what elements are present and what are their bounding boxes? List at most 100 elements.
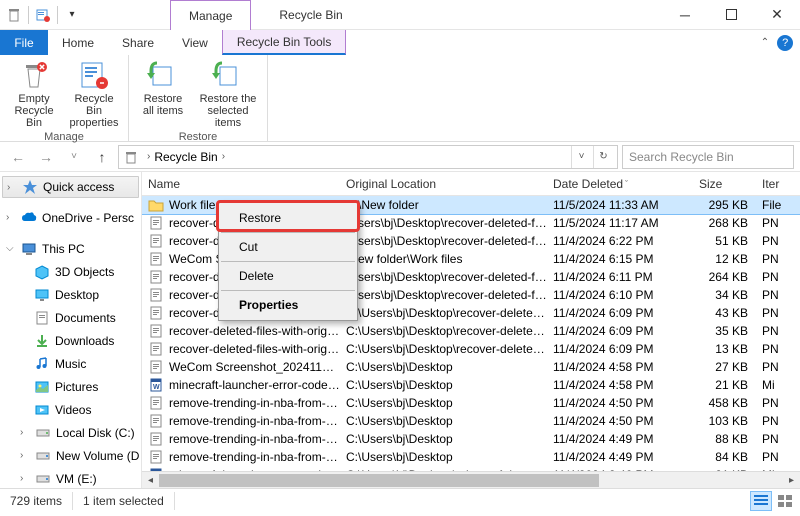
doc-icon: [148, 323, 164, 339]
collapse-ribbon-icon[interactable]: ⌃: [761, 37, 769, 48]
sidebar-label: OneDrive - Persc: [42, 211, 134, 225]
file-date: 11/4/2024 4:50 PM: [547, 396, 693, 410]
recycle-bin-properties-button[interactable]: Recycle Bin properties: [64, 57, 124, 131]
file-location: C:\Users\bj\Desktop: [340, 432, 547, 446]
menu-item-restore[interactable]: Restore: [221, 205, 355, 231]
table-row[interactable]: recover-deleted-files-with-original...C:…: [142, 322, 800, 340]
sidebar-item-onedrive[interactable]: › OneDrive - Persc: [0, 206, 141, 229]
pictures-icon: [34, 379, 50, 395]
help-icon[interactable]: ?: [777, 35, 793, 51]
status-selected-count: 1 item selected: [73, 492, 175, 510]
breadcrumb-location[interactable]: Recycle Bin: [154, 150, 217, 164]
sidebar-item-new-volume-d[interactable]: ›New Volume (D: [0, 444, 141, 467]
sidebar-item-local-disk-c-[interactable]: ›Local Disk (C:): [0, 421, 141, 444]
table-row[interactable]: remove-trending-in-nba-from-the...C:\Use…: [142, 412, 800, 430]
window-title: Recycle Bin: [279, 8, 342, 22]
table-row[interactable]: Wminecraft-launcher-error-code-0x...C:\U…: [142, 376, 800, 394]
tab-file[interactable]: File: [0, 30, 48, 55]
column-date-deleted[interactable]: Date Deletedˇ: [547, 172, 693, 195]
sidebar-item-3d-objects[interactable]: 3D Objects: [0, 260, 141, 283]
search-input[interactable]: Search Recycle Bin: [622, 145, 794, 169]
file-date: 11/5/2024 11:33 AM: [547, 198, 693, 212]
file-size: 458 KB: [693, 396, 756, 410]
svg-text:W: W: [153, 384, 160, 391]
tab-share[interactable]: Share: [108, 30, 168, 55]
column-headers: Name Original Location Date Deletedˇ Siz…: [142, 172, 800, 196]
details-view-button[interactable]: [750, 491, 772, 511]
sidebar-item-vm-e-[interactable]: ›VM (E:): [0, 467, 141, 488]
file-size: 43 KB: [693, 306, 756, 320]
tab-home[interactable]: Home: [48, 30, 108, 55]
address-dropdown[interactable]: ˅: [571, 146, 591, 168]
sidebar-item-this-pc[interactable]: ⌵ This PC: [0, 237, 141, 260]
doc-icon: [148, 251, 164, 267]
sidebar-item-label: Desktop: [55, 288, 99, 302]
file-date: 11/4/2024 4:50 PM: [547, 414, 693, 428]
table-row[interactable]: remove-trending-in-nba-from-the...C:\Use…: [142, 394, 800, 412]
doc-icon: [148, 233, 164, 249]
music-icon: [34, 356, 50, 372]
qat-dropdown-icon[interactable]: ▾: [64, 7, 80, 23]
sidebar-item-label: New Volume (F:: [56, 488, 141, 489]
thumbnail-view-button[interactable]: [774, 491, 796, 511]
recent-dropdown[interactable]: ˅: [62, 145, 86, 169]
column-name[interactable]: Name: [142, 172, 340, 195]
sidebar-item-music[interactable]: Music: [0, 352, 141, 375]
table-row[interactable]: remove-trending-in-nba-from-the...C:\Use…: [142, 430, 800, 448]
file-location: \Users\bj\Desktop\recover-deleted-file..…: [340, 234, 547, 248]
context-tab-header: Manage: [170, 0, 251, 30]
sidebar-item-desktop[interactable]: Desktop: [0, 283, 141, 306]
file-date: 11/4/2024 6:09 PM: [547, 306, 693, 320]
empty-recycle-bin-button[interactable]: Empty Recycle Bin: [4, 57, 64, 131]
ribbon-help: ⌃ ?: [760, 30, 800, 55]
file-type: PN: [756, 216, 800, 230]
navigation-pane: › Quick access › OneDrive - Persc ⌵ This…: [0, 172, 142, 488]
restore-selected-items-button[interactable]: Restore the selected items: [193, 57, 263, 131]
sidebar-item-downloads[interactable]: Downloads: [0, 329, 141, 352]
horizontal-scrollbar[interactable]: ◂ ▸: [142, 471, 800, 488]
forward-button[interactable]: →: [34, 145, 58, 169]
sidebar-item-documents[interactable]: Documents: [0, 306, 141, 329]
file-size: 51 KB: [693, 234, 756, 248]
sidebar-item-label: 3D Objects: [55, 265, 114, 279]
file-type: File: [756, 198, 800, 212]
scroll-right-icon[interactable]: ▸: [783, 472, 800, 489]
refresh-button[interactable]: ↻: [593, 146, 613, 168]
menu-item-delete[interactable]: Delete: [221, 263, 355, 289]
scroll-left-icon[interactable]: ◂: [142, 472, 159, 489]
close-button[interactable]: ✕: [754, 0, 800, 30]
file-date: 11/4/2024 4:49 PM: [547, 432, 693, 446]
column-size[interactable]: Size: [693, 172, 756, 195]
sidebar-item-quick-access[interactable]: › Quick access: [2, 176, 139, 198]
menu-item-properties[interactable]: Properties: [221, 292, 355, 318]
doc-icon: [148, 395, 164, 411]
properties-icon: [78, 59, 110, 91]
context-menu: Restore Cut Delete Properties: [218, 202, 358, 321]
quick-access-toolbar: ▾: [0, 6, 86, 24]
column-item-type[interactable]: Iter: [756, 172, 800, 195]
table-row[interactable]: WeCom Screenshot_202411041437...C:\Users…: [142, 358, 800, 376]
doc-icon: [148, 359, 164, 375]
minimize-button[interactable]: ─: [662, 0, 708, 30]
sidebar-item-pictures[interactable]: Pictures: [0, 375, 141, 398]
menu-item-cut[interactable]: Cut: [221, 234, 355, 260]
file-date: 11/4/2024 4:58 PM: [547, 378, 693, 392]
table-row[interactable]: Wminecraft-launcher-error-code-0x...C:\U…: [142, 466, 800, 471]
documents-icon: [34, 310, 50, 326]
up-button[interactable]: ↑: [90, 145, 114, 169]
properties-icon[interactable]: [35, 7, 51, 23]
file-size: 13 KB: [693, 342, 756, 356]
file-location: C:\Users\bj\Desktop\recover-deleted-...: [340, 342, 547, 356]
file-name: Work files: [169, 198, 221, 212]
breadcrumb[interactable]: › Recycle Bin › ˅ ↻: [118, 145, 618, 169]
maximize-button[interactable]: [708, 0, 754, 30]
scroll-thumb[interactable]: [159, 474, 599, 487]
sidebar-item-videos[interactable]: Videos: [0, 398, 141, 421]
restore-all-items-button[interactable]: Restore all items: [133, 57, 193, 119]
tab-view[interactable]: View: [168, 30, 222, 55]
tab-recycle-bin-tools[interactable]: Recycle Bin Tools: [222, 30, 347, 55]
table-row[interactable]: recover-deleted-files-with-original...C:…: [142, 340, 800, 358]
column-original-location[interactable]: Original Location: [340, 172, 547, 195]
table-row[interactable]: remove-trending-in-nba-from-the...C:\Use…: [142, 448, 800, 466]
back-button[interactable]: ←: [6, 145, 30, 169]
